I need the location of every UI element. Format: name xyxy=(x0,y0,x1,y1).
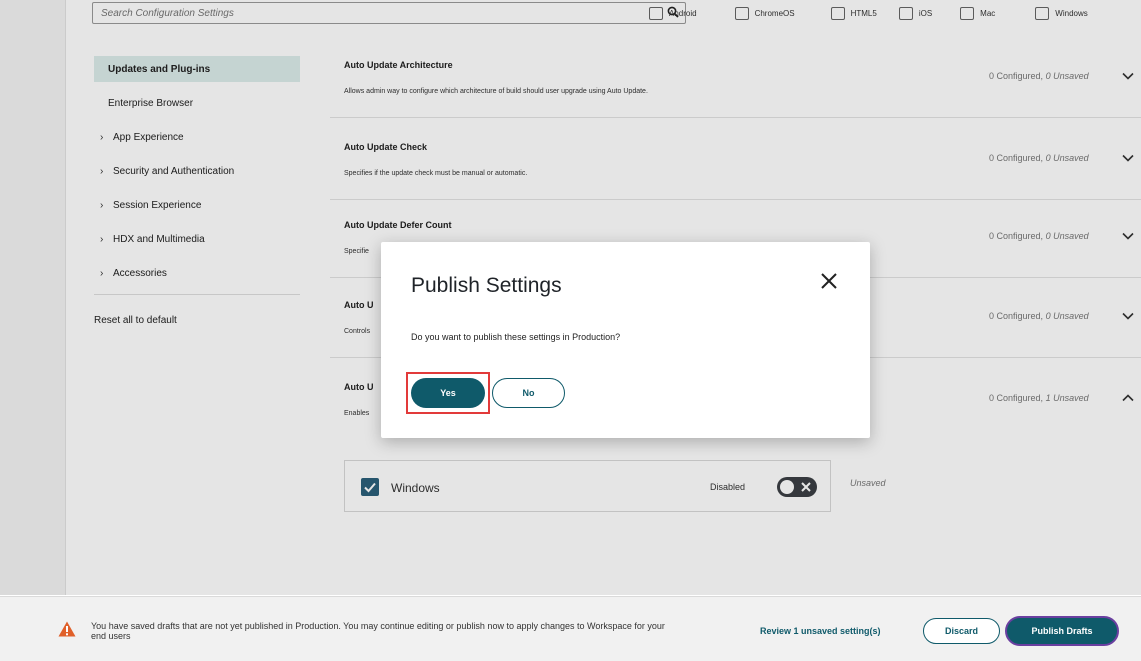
drafts-footer: You have saved drafts that are not yet p… xyxy=(0,596,1141,661)
warning-icon xyxy=(58,621,76,637)
publish-settings-dialog: Publish Settings Do you want to publish … xyxy=(381,242,870,438)
dialog-message: Do you want to publish these settings in… xyxy=(411,332,621,342)
yes-button[interactable]: Yes xyxy=(411,378,485,408)
publish-drafts-button[interactable]: Publish Drafts xyxy=(1005,616,1119,646)
close-icon[interactable] xyxy=(819,271,839,291)
drafts-message: You have saved drafts that are not yet p… xyxy=(91,621,665,641)
dialog-title: Publish Settings xyxy=(411,274,562,297)
discard-button[interactable]: Discard xyxy=(923,618,1000,644)
review-unsaved-link[interactable]: Review 1 unsaved setting(s) xyxy=(760,626,881,636)
no-button[interactable]: No xyxy=(492,378,565,408)
